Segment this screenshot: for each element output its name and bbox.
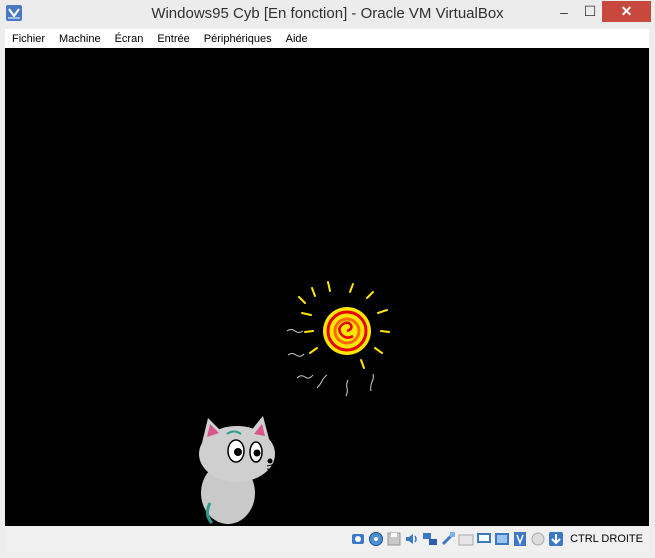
shared-folders-icon[interactable] xyxy=(458,531,474,547)
menu-aide[interactable]: Aide xyxy=(279,33,315,45)
video-capture-icon[interactable] xyxy=(494,531,510,547)
audio-icon[interactable] xyxy=(404,531,420,547)
menu-fichier[interactable]: Fichier xyxy=(5,33,52,45)
kitten-drawing xyxy=(199,416,283,525)
menu-bar: Fichier Machine Écran Entrée Périphériqu… xyxy=(5,29,649,48)
network-icon[interactable] xyxy=(422,531,438,547)
close-button[interactable]: ✕ xyxy=(602,1,651,22)
display-icon[interactable] xyxy=(476,531,492,547)
mouse-integration-icon[interactable] xyxy=(530,531,546,547)
menu-ecran[interactable]: Écran xyxy=(108,33,151,45)
hard-disk-icon[interactable] xyxy=(350,531,366,547)
minimize-button[interactable]: – xyxy=(551,1,577,22)
title-bar[interactable]: Windows95 Cyb [En fonction] - Oracle VM … xyxy=(0,0,655,29)
virtualization-icon[interactable] xyxy=(512,531,528,547)
host-key-label: CTRL DROITE xyxy=(570,533,643,545)
guest-display[interactable] xyxy=(5,48,649,526)
menu-machine[interactable]: Machine xyxy=(52,33,108,45)
sun-drawing xyxy=(286,281,390,397)
virtualbox-window: Windows95 Cyb [En fonction] - Oracle VM … xyxy=(0,0,655,558)
floppy-icon[interactable] xyxy=(386,531,402,547)
optical-drive-icon[interactable] xyxy=(368,531,384,547)
menu-peripheriques[interactable]: Périphériques xyxy=(197,33,279,45)
host-key-arrow-icon[interactable] xyxy=(548,531,564,547)
menu-entree[interactable]: Entrée xyxy=(150,33,196,45)
maximize-button[interactable]: ☐ xyxy=(577,1,603,22)
usb-icon[interactable] xyxy=(440,531,456,547)
status-bar: CTRL DROITE xyxy=(5,526,649,552)
guest-screen-canvas xyxy=(199,281,390,525)
